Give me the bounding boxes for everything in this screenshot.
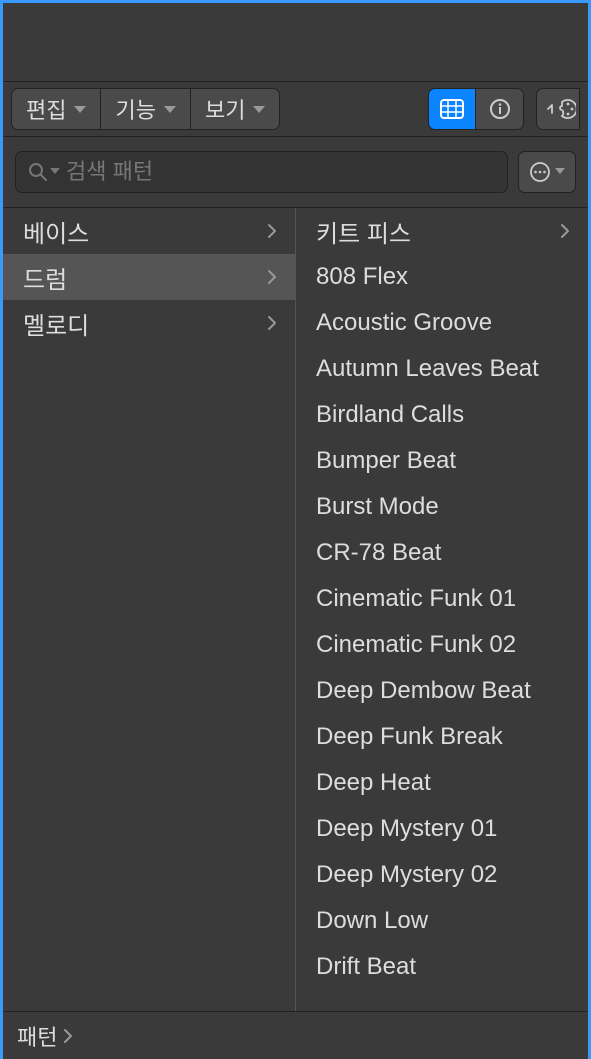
pattern-label: Cinematic Funk 01: [316, 585, 516, 613]
menu-label: 보기: [205, 93, 245, 125]
pattern-item[interactable]: 키트 피스: [296, 208, 588, 254]
pattern-item[interactable]: CR-78 Beat: [296, 530, 588, 576]
pattern-label: 키트 피스: [316, 214, 411, 249]
chevron-right-icon: [267, 315, 277, 331]
breadcrumb-footer: 패턴: [3, 1011, 588, 1059]
category-label: 베이스: [23, 214, 89, 249]
info-button[interactable]: [476, 88, 524, 130]
category-item[interactable]: 베이스: [3, 208, 295, 254]
grid-view-button[interactable]: [428, 88, 476, 130]
search-field-wrap[interactable]: [15, 151, 508, 193]
pattern-label: Deep Funk Break: [316, 723, 503, 751]
palette-icon: [546, 98, 576, 120]
pattern-item[interactable]: Deep Funk Break: [296, 714, 588, 760]
window-header-space: [3, 3, 588, 81]
ellipsis-circle-icon: [529, 161, 551, 183]
pattern-item[interactable]: Autumn Leaves Beat: [296, 346, 588, 392]
pattern-item[interactable]: Burst Mode: [296, 484, 588, 530]
browser-columns: 베이스드럼멜로디 키트 피스 808 Flex Acoustic Groove Aut…: [3, 207, 588, 1011]
chevron-down-icon: [253, 106, 265, 113]
search-input[interactable]: [66, 159, 495, 185]
pattern-item[interactable]: Cinematic Funk 01: [296, 576, 588, 622]
pattern-item[interactable]: Acoustic Groove: [296, 300, 588, 346]
chevron-right-icon: [560, 223, 570, 239]
function-menu[interactable]: 기능: [101, 88, 190, 130]
pattern-label: Cinematic Funk 02: [316, 631, 516, 659]
category-column: 베이스드럼멜로디: [3, 208, 296, 1011]
chevron-down-icon: [74, 106, 86, 113]
pattern-column: 키트 피스 808 Flex Acoustic Groove Autumn Leave…: [296, 208, 588, 1011]
info-icon: [489, 98, 511, 120]
chevron-down-icon: [50, 168, 60, 176]
pattern-item[interactable]: Deep Dembow Beat: [296, 668, 588, 714]
category-label: 멜로디: [23, 306, 89, 341]
pattern-item[interactable]: Deep Mystery 01: [296, 806, 588, 852]
pattern-label: Drift Beat: [316, 953, 416, 981]
pattern-label: Down Low: [316, 907, 428, 935]
search-icon: [28, 162, 48, 182]
breadcrumb-label[interactable]: 패턴: [17, 1020, 57, 1052]
palette-button[interactable]: [536, 88, 580, 130]
pattern-label: Deep Dembow Beat: [316, 677, 531, 705]
menu-label: 기능: [115, 93, 155, 125]
filter-options-button[interactable]: [518, 151, 576, 193]
pattern-label: Birdland Calls: [316, 401, 464, 429]
chevron-right-icon: [267, 223, 277, 239]
menu-label: 편집: [26, 93, 66, 125]
category-label: 드럼: [23, 260, 67, 295]
pattern-label: Bumper Beat: [316, 447, 456, 475]
pattern-label: Deep Mystery 01: [316, 815, 497, 843]
pattern-label: Deep Mystery 02: [316, 861, 497, 889]
pattern-item[interactable]: Cinematic Funk 02: [296, 622, 588, 668]
pattern-item[interactable]: Down Low: [296, 898, 588, 944]
pattern-label: Autumn Leaves Beat: [316, 355, 539, 383]
search-row: [3, 137, 588, 207]
pattern-label: Burst Mode: [316, 493, 439, 521]
pattern-label: CR-78 Beat: [316, 539, 441, 567]
chevron-right-icon: [267, 269, 277, 285]
pattern-label: Deep Heat: [316, 769, 431, 797]
category-item[interactable]: 멜로디: [3, 300, 295, 346]
category-item[interactable]: 드럼: [3, 254, 295, 300]
pattern-item[interactable]: Deep Mystery 02: [296, 852, 588, 898]
pattern-item[interactable]: 808 Flex: [296, 254, 588, 300]
chevron-down-icon: [164, 106, 176, 113]
grid-icon: [440, 99, 464, 119]
pattern-label: Acoustic Groove: [316, 309, 492, 337]
toolbar: 편집 기능 보기: [3, 81, 588, 137]
pattern-item[interactable]: Drift Beat: [296, 944, 588, 990]
edit-menu[interactable]: 편집: [11, 88, 101, 130]
pattern-label: 808 Flex: [316, 263, 408, 291]
view-menu[interactable]: 보기: [191, 88, 280, 130]
pattern-item[interactable]: Bumper Beat: [296, 438, 588, 484]
chevron-down-icon: [555, 168, 565, 176]
chevron-right-icon: [63, 1028, 73, 1044]
pattern-item[interactable]: Deep Heat: [296, 760, 588, 806]
pattern-item[interactable]: Birdland Calls: [296, 392, 588, 438]
